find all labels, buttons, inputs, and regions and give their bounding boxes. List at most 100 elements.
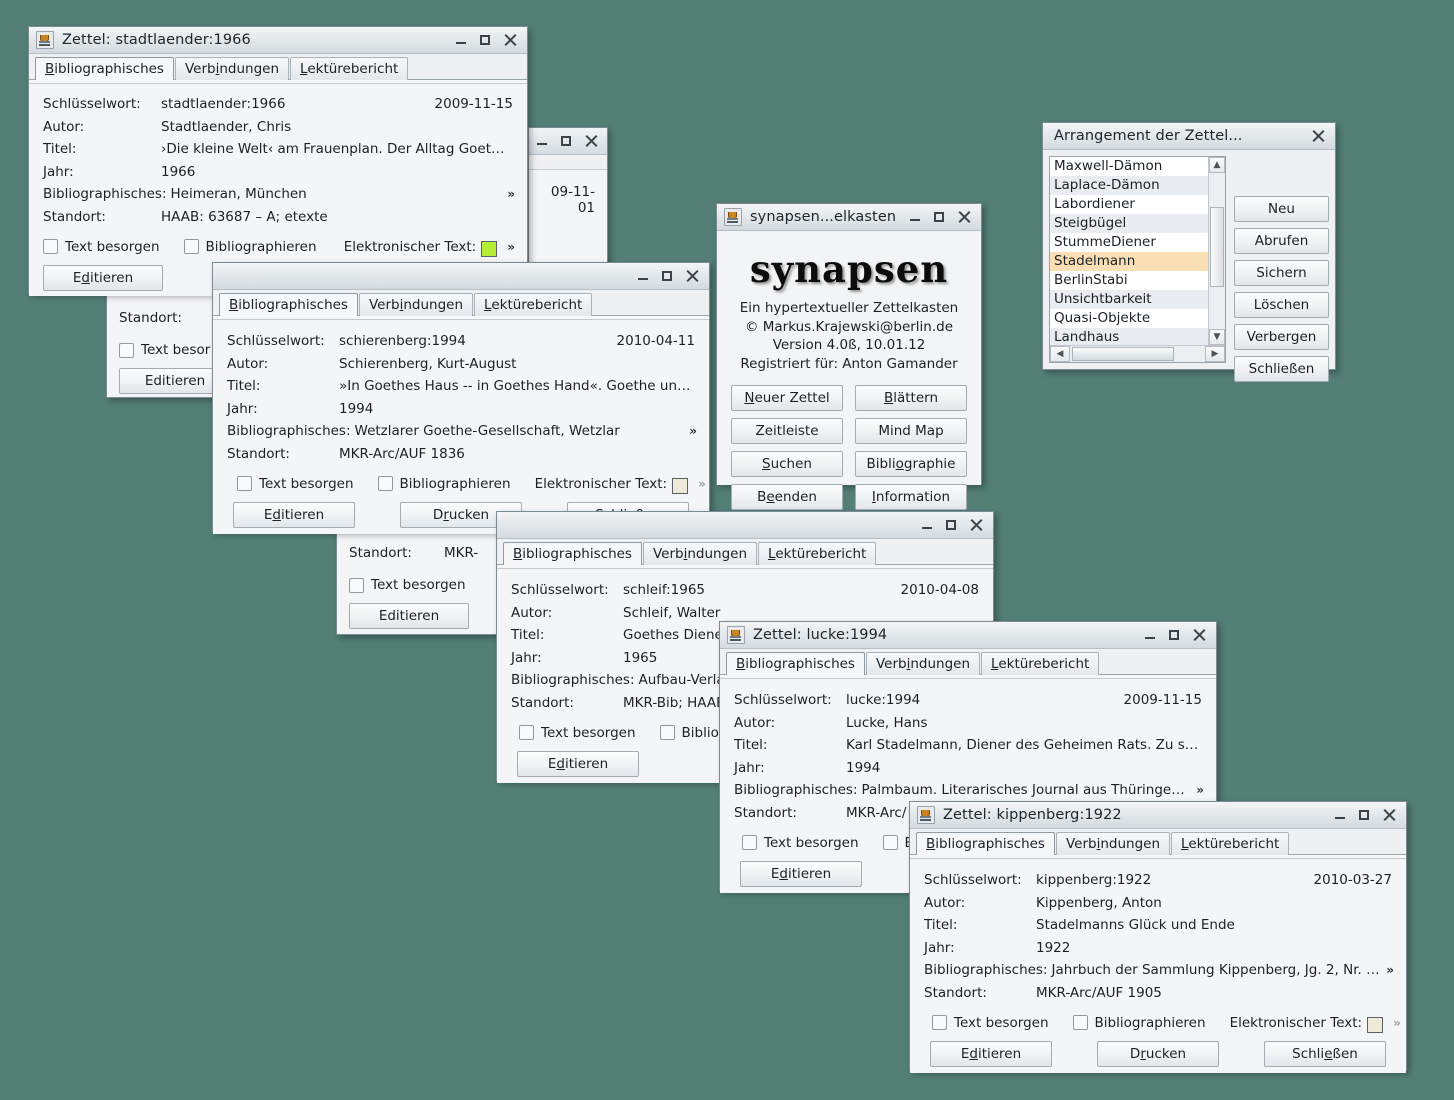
expand-etext-icon[interactable]: » bbox=[501, 240, 515, 254]
etext-color-swatch[interactable] bbox=[1367, 1016, 1384, 1033]
scroll-right-icon[interactable]: ▶ bbox=[1205, 345, 1225, 362]
window-hidden-middle[interactable]: Standort: MKR- Text besorgen Editieren bbox=[336, 527, 504, 635]
sichern-button[interactable]: Sichern bbox=[1234, 260, 1329, 286]
close-icon[interactable] bbox=[957, 210, 971, 224]
list-item[interactable]: Labordiener bbox=[1050, 195, 1208, 214]
tab-bibliographisches[interactable]: Bibliographisches bbox=[726, 652, 865, 675]
titlebar-schierenberg[interactable] bbox=[213, 263, 709, 290]
arrangement-buttons[interactable]: Neu Abrufen Sichern Löschen Verbergen Sc… bbox=[1234, 156, 1329, 382]
suchen-button[interactable]: Suchen bbox=[731, 451, 843, 477]
drucken-button[interactable]: Drucken bbox=[1097, 1040, 1219, 1067]
checkbox-text-besorgen[interactable] bbox=[932, 1015, 947, 1030]
tabbar[interactable]: Bibliographisches Verbindungen Lektürebe… bbox=[213, 290, 709, 316]
list-item[interactable]: Unsichtbarkeit bbox=[1050, 290, 1208, 309]
maximize-icon[interactable] bbox=[661, 269, 675, 283]
checkbox-text-besorgen[interactable] bbox=[742, 835, 757, 850]
tabbar[interactable]: BBibliographischesibliographisches Verbi… bbox=[29, 54, 527, 80]
etext-color-swatch[interactable] bbox=[672, 477, 689, 494]
arrangement-list[interactable]: Maxwell-Dämon Laplace-Dämon Labordiener … bbox=[1050, 157, 1208, 345]
tab-verbindungen[interactable]: Verbindungen bbox=[642, 542, 758, 565]
tabbar[interactable]: Bibliographisches Verbindungen Lektürebe… bbox=[720, 649, 1216, 675]
titlebar-hidden-back[interactable] bbox=[529, 128, 607, 155]
tab-lektuerebericht[interactable]: Lektürebericht bbox=[758, 542, 877, 565]
list-item[interactable]: Landhaus bbox=[1050, 328, 1208, 345]
minimize-icon[interactable] bbox=[921, 518, 935, 532]
minimize-icon[interactable] bbox=[909, 210, 923, 224]
tab-bibliographisches[interactable]: BBibliographischesibliographisches bbox=[35, 57, 174, 80]
vertical-scroll-track[interactable] bbox=[1209, 173, 1225, 329]
tab-bibliographisches[interactable]: Bibliographisches bbox=[503, 542, 642, 565]
maximize-icon[interactable] bbox=[479, 33, 493, 47]
horizontal-scroll-track[interactable] bbox=[1070, 345, 1205, 362]
checkbox-bibliographieren[interactable] bbox=[377, 476, 393, 491]
tab-verbindungen[interactable]: Verbindungen bbox=[865, 652, 981, 675]
close-icon[interactable] bbox=[584, 134, 598, 148]
maximize-icon[interactable] bbox=[560, 134, 574, 148]
maximize-icon[interactable] bbox=[1358, 808, 1372, 822]
information-button[interactable]: Information bbox=[855, 484, 967, 510]
close-icon[interactable] bbox=[1192, 628, 1206, 642]
neu-button[interactable]: Neu bbox=[1234, 196, 1329, 222]
checkbox-text-besorgen[interactable] bbox=[43, 239, 58, 254]
expand-bibliographisches-icon[interactable]: » bbox=[683, 424, 697, 438]
tab-bibliographisches[interactable]: Bibliographisches bbox=[219, 293, 358, 316]
window-arrangement[interactable]: Arrangement der Zettel... Maxwell-Dämon … bbox=[1042, 122, 1336, 382]
zeitleiste-button[interactable]: Zeitleiste bbox=[731, 418, 843, 444]
list-item[interactable]: Laplace-Dämon bbox=[1050, 176, 1208, 195]
scroll-up-icon[interactable]: ▲ bbox=[1209, 157, 1225, 173]
tab-lektuerebericht[interactable]: Lektürebericht bbox=[1171, 832, 1290, 855]
window-hidden-left[interactable]: Standort: Text besor Editieren bbox=[106, 290, 221, 398]
synapsen-button-grid[interactable]: Neuer Zettel Blättern Zeitleiste Mind Ma… bbox=[731, 385, 967, 510]
scroll-left-icon[interactable]: ◀ bbox=[1050, 345, 1070, 362]
titlebar-lucke[interactable]: Zettel: lucke:1994 bbox=[720, 622, 1216, 649]
checkbox-bibliographieren[interactable] bbox=[183, 239, 199, 254]
maximize-icon[interactable] bbox=[933, 210, 947, 224]
list-item[interactable]: Maxwell-Dämon bbox=[1050, 157, 1208, 176]
list-item[interactable]: Quasi-Objekte bbox=[1050, 309, 1208, 328]
minimize-icon[interactable] bbox=[1144, 628, 1158, 642]
schliessen-button[interactable]: Schließen bbox=[1264, 1040, 1386, 1067]
expand-bibliographisches-icon[interactable]: » bbox=[1380, 963, 1394, 977]
checkbox-bibliographieren[interactable] bbox=[659, 725, 675, 740]
close-icon[interactable] bbox=[969, 518, 983, 532]
titlebar-synapsen[interactable]: synapsen...elkasten bbox=[717, 204, 981, 231]
tab-verbindungen[interactable]: Verbindungen bbox=[1055, 832, 1171, 855]
window-zettel-kippenberg[interactable]: Zettel: kippenberg:1922 Bibliographische… bbox=[909, 801, 1407, 1073]
tabbar[interactable]: Bibliographisches Verbindungen Lektürebe… bbox=[497, 539, 993, 565]
etext-color-swatch[interactable] bbox=[481, 240, 498, 257]
tab-lektuerebericht[interactable]: Lektürebericht bbox=[474, 293, 593, 316]
expand-etext-icon[interactable]: » bbox=[692, 477, 706, 491]
minimize-icon[interactable] bbox=[536, 134, 550, 148]
arrangement-list-panel[interactable]: Maxwell-Dämon Laplace-Dämon Labordiener … bbox=[1049, 156, 1226, 363]
editieren-button[interactable]: Editieren bbox=[740, 860, 862, 887]
editieren-button[interactable]: Editieren bbox=[349, 603, 469, 629]
checkbox-text-besorgen[interactable] bbox=[237, 476, 252, 491]
mind-map-button[interactable]: Mind Map bbox=[855, 418, 967, 444]
checkbox-text-besorgen[interactable] bbox=[349, 577, 364, 593]
expand-bibliographisches-icon[interactable]: » bbox=[1190, 783, 1204, 797]
titlebar-kippenberg[interactable]: Zettel: kippenberg:1922 bbox=[910, 802, 1406, 829]
tab-verbindungen[interactable]: Verbindungen bbox=[358, 293, 474, 316]
window-zettel-schierenberg[interactable]: Bibliographisches Verbindungen Lektürebe… bbox=[212, 262, 710, 534]
tab-lektuerebericht[interactable]: Lektürebericht bbox=[981, 652, 1100, 675]
tab-verbindungen[interactable]: Verbindungen bbox=[174, 57, 290, 80]
vertical-scrollbar[interactable]: ▲ ▼ bbox=[1208, 157, 1225, 345]
editieren-button[interactable]: Editieren bbox=[43, 264, 163, 291]
horizontal-scrollbar[interactable]: ◀ ▶ bbox=[1050, 344, 1225, 362]
list-item[interactable]: Steigbügel bbox=[1050, 214, 1208, 233]
close-icon[interactable] bbox=[503, 33, 517, 47]
titlebar-schleif[interactable] bbox=[497, 512, 993, 539]
titlebar-stadtlaender[interactable]: Zettel: stadtlaender:1966 bbox=[29, 27, 527, 54]
editieren-button[interactable]: Editieren bbox=[119, 368, 220, 394]
scroll-down-icon[interactable]: ▼ bbox=[1209, 328, 1225, 345]
checkbox-text-besorgen[interactable] bbox=[119, 342, 134, 358]
editieren-button[interactable]: Editieren bbox=[233, 501, 355, 528]
close-icon[interactable] bbox=[1382, 808, 1396, 822]
minimize-icon[interactable] bbox=[637, 269, 651, 283]
horizontal-scroll-thumb[interactable] bbox=[1072, 346, 1174, 361]
maximize-icon[interactable] bbox=[1168, 628, 1182, 642]
verbergen-button[interactable]: Verbergen bbox=[1234, 324, 1329, 350]
schliessen-button[interactable]: Schließen bbox=[1234, 356, 1329, 382]
expand-bibliographisches-icon[interactable]: » bbox=[501, 187, 515, 201]
list-item-selected[interactable]: Stadelmann bbox=[1050, 252, 1208, 271]
